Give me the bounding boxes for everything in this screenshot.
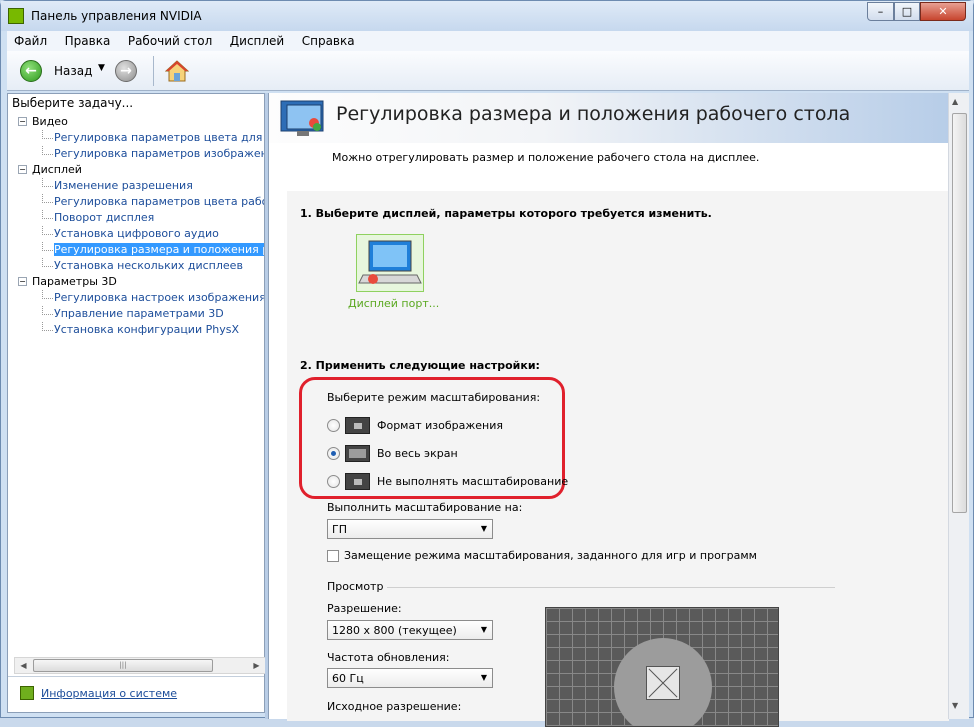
forward-arrow-icon[interactable]: → <box>115 60 137 82</box>
horizontal-scrollbar[interactable]: ◀ ||| ▶ <box>14 657 266 674</box>
resolution-label: Разрешение: <box>327 602 402 615</box>
scroll-left-icon[interactable]: ◀ <box>15 658 32 673</box>
resolution-select[interactable]: 1280 x 800 (текущее) ▼ <box>327 620 493 640</box>
refresh-label: Частота обновления: <box>327 651 450 664</box>
settings-panel: 1. Выберите дисплей, параметры которого … <box>287 191 949 727</box>
menu-desktop[interactable]: Рабочий стол <box>121 31 219 51</box>
display-label[interactable]: Дисплей порт... <box>348 297 439 310</box>
tree-item[interactable]: Изменение разрешения <box>8 178 264 194</box>
override-checkbox[interactable] <box>327 550 339 562</box>
chevron-down-icon: ▼ <box>480 524 487 533</box>
menu-edit[interactable]: Правка <box>58 31 118 51</box>
back-arrow-icon[interactable]: ← <box>20 60 42 82</box>
nvidia-logo-icon <box>8 8 24 24</box>
tree-group-3d[interactable]: − Параметры 3D <box>8 274 264 290</box>
radio-aspect-ratio[interactable] <box>327 419 340 432</box>
page-banner: Регулировка размера и положения рабочего… <box>269 93 949 143</box>
scale-on-select[interactable]: ГП ▼ <box>327 519 493 539</box>
scaling-mode-label: Выберите режим масштабирования: <box>327 391 541 404</box>
preview-label: Просмотр <box>327 580 384 593</box>
preview-cross-icon <box>646 666 680 700</box>
laptop-icon <box>358 240 422 284</box>
task-pane: Выберите задачу... − Видео Регулировка па… <box>7 93 266 713</box>
scroll-right-icon[interactable]: ▶ <box>248 658 265 673</box>
scroll-thumb[interactable] <box>952 113 967 513</box>
back-button-label[interactable]: Назад <box>54 64 92 78</box>
content-pane: Регулировка размера и положения рабочего… <box>268 93 969 727</box>
menu-help[interactable]: Справка <box>295 31 362 51</box>
tree-group-video[interactable]: − Видео <box>8 114 264 130</box>
display-tile[interactable] <box>356 234 424 292</box>
refresh-select[interactable]: 60 Гц ▼ <box>327 668 493 688</box>
system-info-link[interactable]: Информация о системе <box>41 687 177 700</box>
tree-item[interactable]: Установка конфигурации PhysX <box>8 322 264 338</box>
page-description: Можно отрегулировать размер и положение … <box>332 151 760 164</box>
scroll-up-icon[interactable]: ▲ <box>952 97 958 106</box>
application-window: Панель управления NVIDIA – □ ✕ Файл Прав… <box>0 0 974 727</box>
step1-heading: 1. Выберите дисплей, параметры которого … <box>300 207 712 220</box>
toolbar: ← Назад ▼ → <box>7 51 969 91</box>
collapse-icon[interactable]: − <box>18 277 27 286</box>
toolbar-separator <box>153 56 154 86</box>
minimize-button[interactable]: – <box>867 2 894 21</box>
menu-file[interactable]: Файл <box>7 31 54 51</box>
chevron-down-icon: ▼ <box>480 673 487 682</box>
home-icon[interactable] <box>165 59 189 83</box>
chevron-down-icon: ▼ <box>480 625 487 634</box>
tree-item[interactable]: Регулировка параметров цвета для вид <box>8 130 264 146</box>
tree-item[interactable]: Регулировка настроек изображения с пр <box>8 290 264 306</box>
collapse-icon[interactable]: − <box>18 117 27 126</box>
scale-on-label: Выполнить масштабирование на: <box>327 501 523 514</box>
scroll-thumb[interactable]: ||| <box>33 659 213 672</box>
radio-full-screen[interactable] <box>327 447 340 460</box>
back-dropdown-icon[interactable]: ▼ <box>98 63 105 73</box>
task-pane-footer: Информация о системе <box>8 676 264 712</box>
scaling-preview <box>545 607 779 727</box>
step2-heading: 2. Применить следующие настройки: <box>300 359 540 372</box>
tree-item[interactable]: Регулировка параметров изображения д <box>8 146 264 162</box>
page-title: Регулировка размера и положения рабочего… <box>336 103 851 125</box>
preview-divider <box>387 587 835 588</box>
title-bar: Панель управления NVIDIA – □ ✕ <box>1 1 973 31</box>
tree-item[interactable]: Управление параметрами 3D <box>8 306 264 322</box>
aspect-ratio-icon <box>345 417 370 434</box>
vertical-scrollbar[interactable]: ▲ ▼ <box>948 93 969 719</box>
override-label[interactable]: Замещение режима масштабирования, заданн… <box>344 549 757 562</box>
scroll-down-icon[interactable]: ▼ <box>952 701 958 710</box>
close-button[interactable]: ✕ <box>920 2 966 21</box>
tree-item-selected[interactable]: Регулировка размера и положения рабо <box>8 242 264 258</box>
tree-item[interactable]: Регулировка параметров цвета рабочег <box>8 194 264 210</box>
source-resolution-label: Исходное разрешение: <box>327 700 462 713</box>
collapse-icon[interactable]: − <box>18 165 27 174</box>
window-title: Панель управления NVIDIA <box>31 9 202 23</box>
desktop-size-icon <box>280 100 324 136</box>
option-no-scaling[interactable]: Не выполнять масштабирование <box>377 475 568 488</box>
maximize-button[interactable]: □ <box>894 2 920 21</box>
tree-item[interactable]: Установка нескольких дисплеев <box>8 258 264 274</box>
option-aspect-ratio[interactable]: Формат изображения <box>377 419 503 432</box>
menu-bar: Файл Правка Рабочий стол Дисплей Справка <box>7 31 969 51</box>
tree-item[interactable]: Поворот дисплея <box>8 210 264 226</box>
no-scaling-icon <box>345 473 370 490</box>
option-full-screen[interactable]: Во весь экран <box>377 447 458 460</box>
system-info-icon <box>20 686 34 700</box>
tree-group-display[interactable]: − Дисплей <box>8 162 264 178</box>
task-heading: Выберите задачу... <box>12 96 134 110</box>
full-screen-icon <box>345 445 370 462</box>
task-tree: − Видео Регулировка параметров цвета для … <box>8 114 264 662</box>
menu-display[interactable]: Дисплей <box>223 31 291 51</box>
tree-item[interactable]: Установка цифрового аудио <box>8 226 264 242</box>
radio-no-scaling[interactable] <box>327 475 340 488</box>
